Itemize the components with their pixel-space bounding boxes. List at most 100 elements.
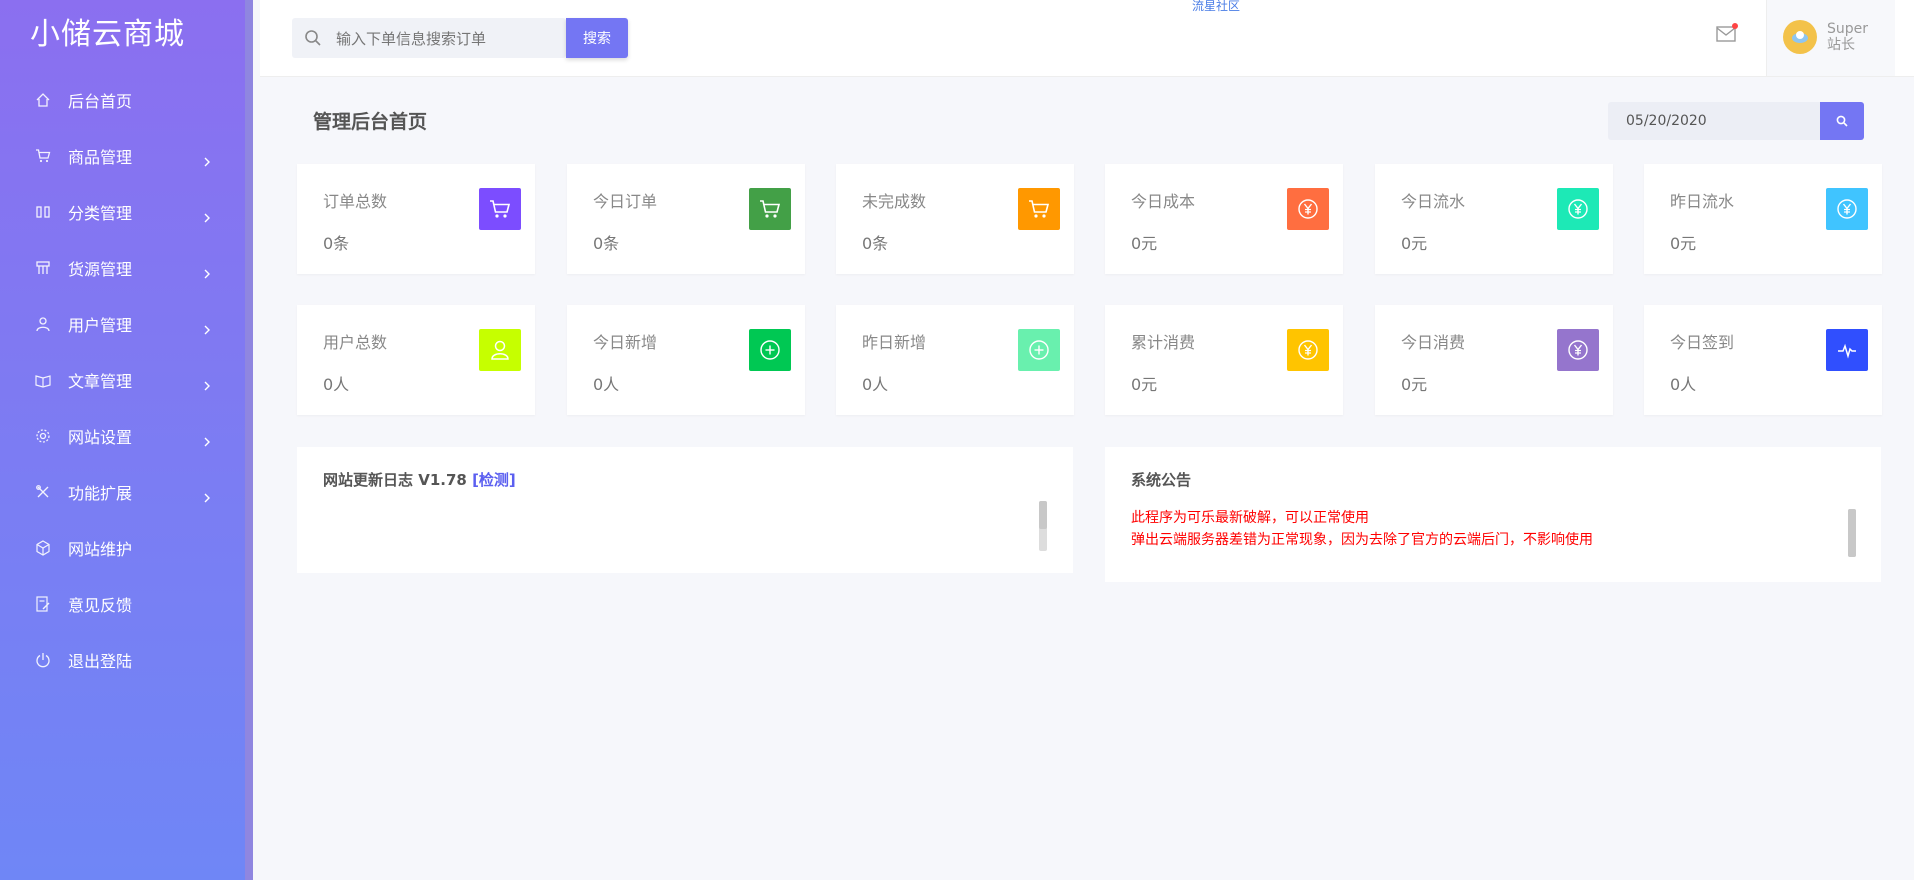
user-name: Super <box>1827 21 1869 37</box>
update-log-panel: 网站更新日志 V1.78 [检测] <box>297 447 1073 573</box>
stat-value: 0元 <box>1670 234 1697 253</box>
stat-card: 昨日新增 0人 <box>836 305 1074 415</box>
stat-label: 今日消费 <box>1401 333 1466 352</box>
sidebar-item-label: 货源管理 <box>68 260 133 279</box>
chevron-right-icon <box>203 208 211 223</box>
stat-value: 0人 <box>1670 375 1697 394</box>
stat-card: 今日订单 0条 <box>567 164 805 274</box>
stat-label: 未完成数 <box>862 192 927 211</box>
stat-card: 今日新增 0人 <box>567 305 805 415</box>
top-header: 流星社区 搜索 Super 站长 <box>260 0 1914 77</box>
sidebar-item[interactable]: 后台首页 <box>0 72 245 128</box>
home-icon <box>34 91 52 109</box>
stat-label: 今日成本 <box>1131 192 1196 211</box>
sidebar-item-label: 分类管理 <box>68 204 133 223</box>
sidebar-item-label: 意见反馈 <box>68 596 133 615</box>
sidebar-item[interactable]: 用户管理 <box>0 296 245 352</box>
cart-icon <box>34 147 52 165</box>
user-icon <box>479 329 521 371</box>
notification-dot <box>1732 23 1738 29</box>
chevron-right-icon <box>203 488 211 503</box>
stat-label: 今日新增 <box>593 333 658 352</box>
stat-card: 用户总数 0人 <box>297 305 535 415</box>
chevron-right-icon <box>203 320 211 335</box>
stat-card: 累计消费 0元 <box>1105 305 1343 415</box>
sidebar-item[interactable]: 网站设置 <box>0 408 245 464</box>
stat-label: 昨日流水 <box>1670 192 1735 211</box>
sidebar-item[interactable]: 商品管理 <box>0 128 245 184</box>
search-box <box>292 18 566 60</box>
sidebar-item[interactable]: 分类管理 <box>0 184 245 240</box>
stat-card: 今日流水 0元 <box>1375 164 1613 274</box>
chevron-right-icon <box>203 152 211 167</box>
pulse-icon <box>1826 329 1868 371</box>
notice-title: 系统公告 <box>1131 471 1192 489</box>
stat-card: 今日成本 0元 <box>1105 164 1343 274</box>
stat-card: 未完成数 0条 <box>836 164 1074 274</box>
user-menu[interactable]: Super 站长 <box>1766 0 1895 76</box>
stat-label: 昨日新增 <box>862 333 927 352</box>
sidebar-item[interactable]: 功能扩展 <box>0 464 245 520</box>
stat-value: 0人 <box>323 375 350 394</box>
plus-icon <box>1018 329 1060 371</box>
mail-icon[interactable] <box>1716 23 1738 46</box>
stat-card: 今日签到 0人 <box>1644 305 1882 415</box>
sidebar-item-label: 网站维护 <box>68 540 133 559</box>
stat-value: 0条 <box>323 234 350 253</box>
sidebar-item[interactable]: 文章管理 <box>0 352 245 408</box>
sidebar-item[interactable]: 网站维护 <box>0 520 245 576</box>
top-note-link[interactable]: 流星社区 <box>1192 0 1240 14</box>
gear-icon <box>34 427 52 445</box>
cube-icon <box>34 539 52 557</box>
update-log-title: 网站更新日志 V1.78 [检测] <box>323 471 516 489</box>
search-icon <box>1836 115 1848 127</box>
sidebar-item[interactable]: 退出登陆 <box>0 632 245 688</box>
stat-value: 0条 <box>593 234 620 253</box>
yen-icon <box>1557 188 1599 230</box>
sidebar-item-label: 退出登陆 <box>68 652 133 671</box>
chevron-right-icon <box>203 376 211 391</box>
date-search-button[interactable] <box>1820 102 1864 140</box>
stat-value: 0人 <box>593 375 620 394</box>
feedback-icon <box>34 595 52 613</box>
notice-content: 此程序为可乐最新破解，可以正常使用 弹出云端服务器差错为正常现象，因为去除了官方… <box>1131 507 1593 551</box>
page-title: 管理后台首页 <box>313 111 428 133</box>
yen-icon <box>1557 329 1599 371</box>
sidebar-item-label: 网站设置 <box>68 428 133 447</box>
store-icon <box>34 259 52 277</box>
check-update-link[interactable]: [检测] <box>472 471 516 489</box>
sidebar-item-label: 后台首页 <box>68 92 133 111</box>
search-input[interactable] <box>334 18 558 60</box>
cart-icon <box>1018 188 1060 230</box>
stat-card: 订单总数 0条 <box>297 164 535 274</box>
avatar <box>1783 20 1817 54</box>
search-button[interactable]: 搜索 <box>566 18 628 58</box>
yen-icon <box>1287 188 1329 230</box>
sidebar-item-label: 商品管理 <box>68 148 133 167</box>
brand-logo[interactable]: 小储云商城 <box>0 0 245 72</box>
date-input[interactable]: 05/20/2020 <box>1608 102 1820 140</box>
notice-line: 弹出云端服务器差错为正常现象，因为去除了官方的云端后门，不影响使用 <box>1131 532 1593 548</box>
user-icon <box>34 315 52 333</box>
search-icon <box>304 29 322 51</box>
notice-line: 此程序为可乐最新破解，可以正常使用 <box>1131 510 1369 526</box>
sidebar-item[interactable]: 意见反馈 <box>0 576 245 632</box>
scrollbar[interactable] <box>1848 509 1856 557</box>
cart-icon <box>479 188 521 230</box>
book-icon <box>34 371 52 389</box>
stat-label: 用户总数 <box>323 333 388 352</box>
sidebar-item-label: 用户管理 <box>68 316 133 335</box>
cart-icon <box>749 188 791 230</box>
sidebar-item[interactable]: 货源管理 <box>0 240 245 296</box>
yen-icon <box>1287 329 1329 371</box>
sidebar: 小储云商城 后台首页商品管理分类管理货源管理用户管理文章管理网站设置功能扩展网站… <box>0 0 253 880</box>
stat-value: 0元 <box>1401 375 1428 394</box>
stat-value: 0元 <box>1131 234 1158 253</box>
stat-label: 今日订单 <box>593 192 658 211</box>
stat-value: 0人 <box>862 375 889 394</box>
stat-card: 今日消费 0元 <box>1375 305 1613 415</box>
tools-icon <box>34 483 52 501</box>
stat-value: 0元 <box>1131 375 1158 394</box>
plus-icon <box>749 329 791 371</box>
scrollbar[interactable] <box>1039 501 1047 551</box>
